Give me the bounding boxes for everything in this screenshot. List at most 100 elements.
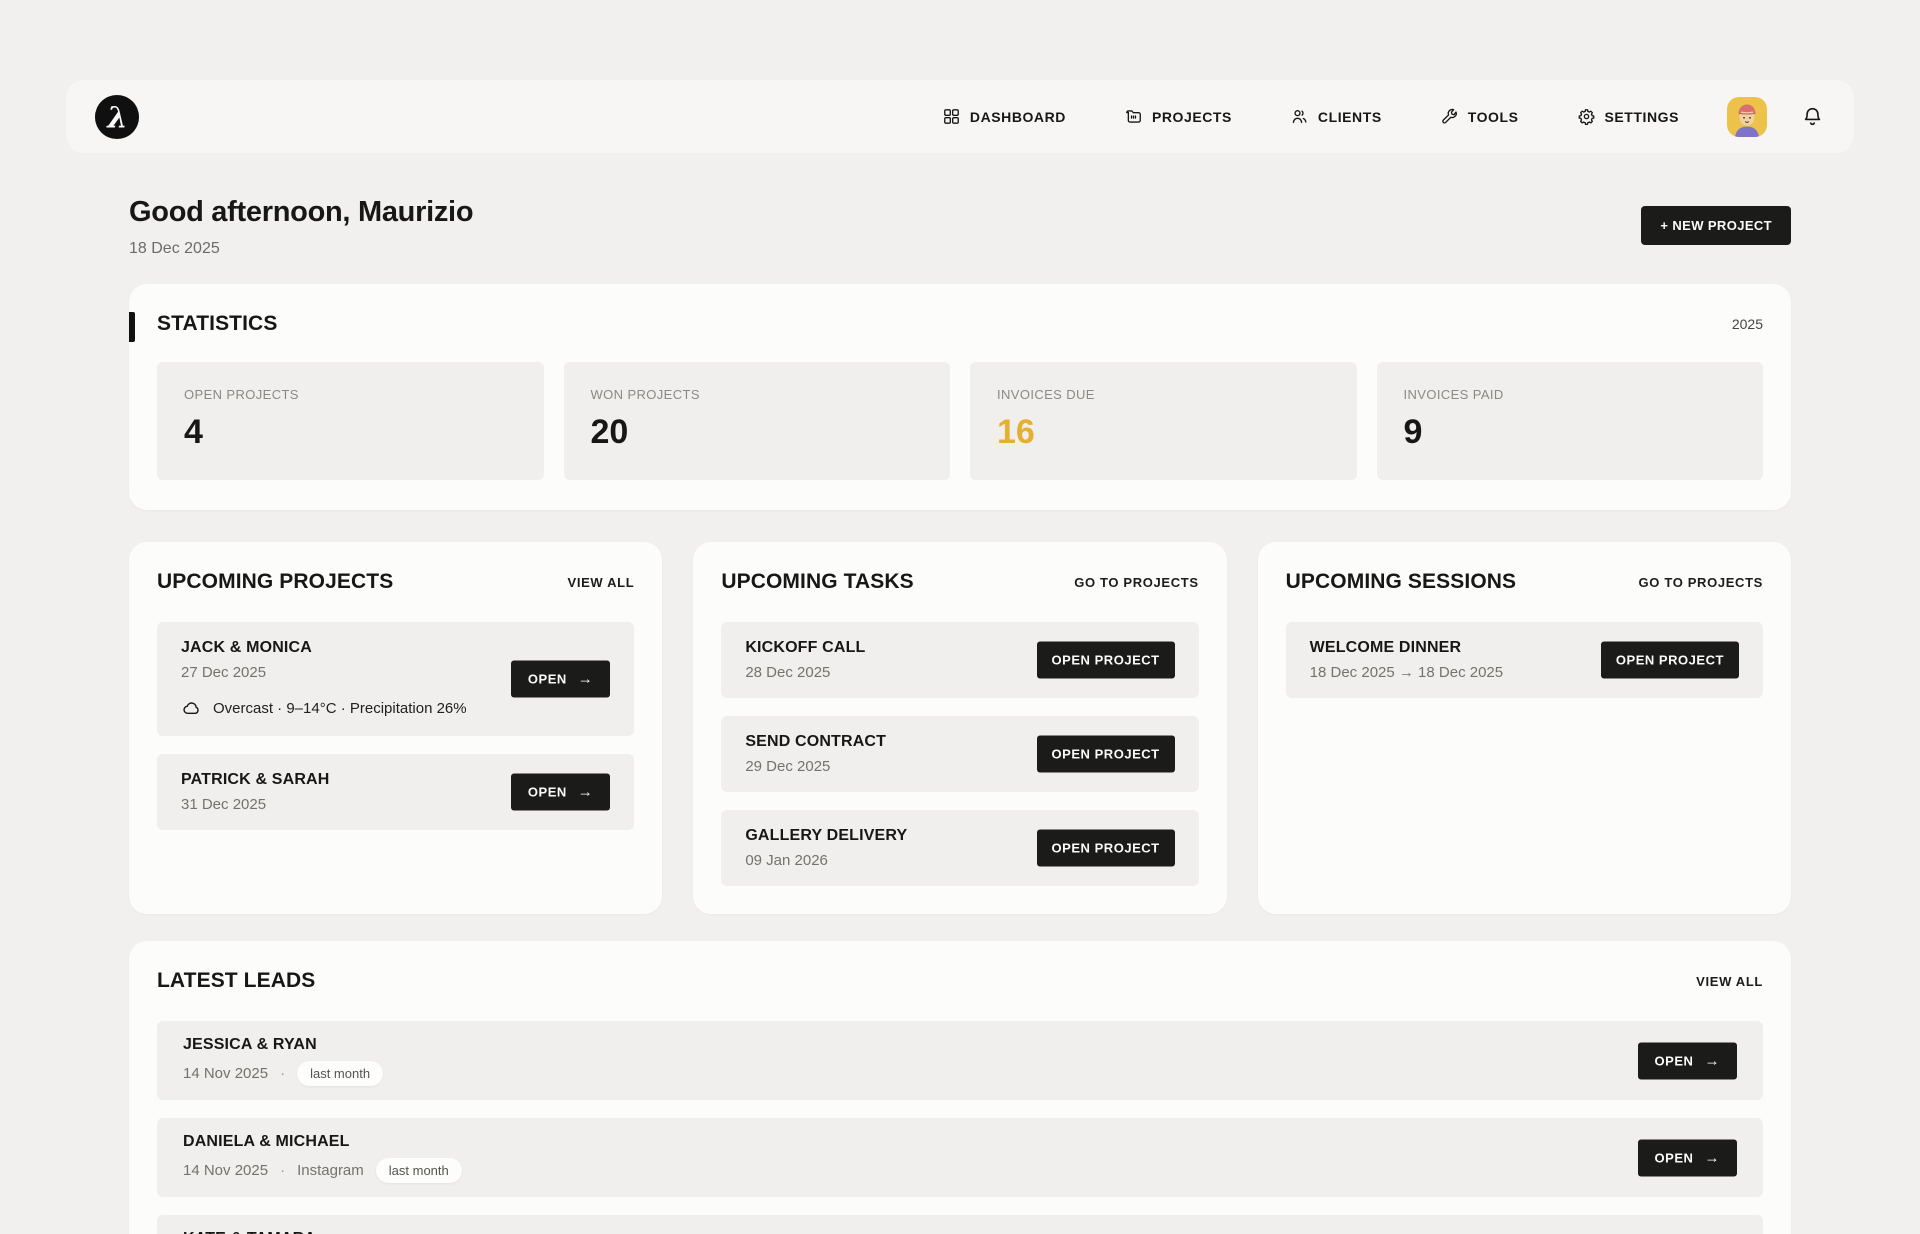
dashboard-grid-icon [942,107,961,126]
upcoming-projects-card: UPCOMING PROJECTS VIEW ALL JACK & MONICA… [129,542,662,914]
latest-leads-title: LATEST LEADS [157,969,315,993]
open-project-button[interactable]: OPEN → [511,661,610,698]
nav-label-clients: CLIENTS [1318,109,1382,125]
open-label: OPEN [528,785,567,800]
arrow-right-icon: → [1704,1150,1720,1165]
stat-label: INVOICES PAID [1404,387,1737,402]
lead-name: JESSICA & RYAN [183,1036,1737,1054]
open-label: OPEN [528,672,567,687]
page-title: Good afternoon, Maurizio [129,196,473,229]
lead-row: KATE & TAMARA 12 Nov 2025 · last month O… [157,1215,1763,1234]
notifications-bell-icon[interactable] [1801,105,1824,128]
weather-text: Overcast · 9–14°C · Precipitation 26% [213,700,467,717]
project-row: PATRICK & SARAH 31 Dec 2025 OPEN → [157,754,634,830]
stat-label: OPEN PROJECTS [184,387,517,402]
arrow-right-icon: → [1704,1053,1720,1068]
project-row: JACK & MONICA 27 Dec 2025 Overcast · 9–1… [157,622,634,736]
task-row: KICKOFF CALL 28 Dec 2025 OPEN PROJECT [721,622,1198,698]
view-all-link[interactable]: VIEW ALL [568,575,635,590]
stat-value: 4 [184,413,517,452]
open-project-label: OPEN PROJECT [1052,841,1160,856]
greeting-block: Good afternoon, Maurizio 18 Dec 2025 [129,196,473,258]
open-lead-button[interactable]: OPEN → [1638,1042,1737,1079]
lead-source: Instagram [297,1162,364,1179]
section-accent-bar [129,312,135,342]
top-nav-bar: λ DASHBOARD PROJECTS CLIENTS [66,80,1854,153]
lead-date: 14 Nov 2025 [183,1065,268,1082]
nav-right-group [1727,97,1824,137]
open-project-label: OPEN PROJECT [1616,653,1724,668]
meta-separator-dot: · [280,1065,285,1082]
user-avatar[interactable] [1727,97,1767,137]
lead-age-badge: last month [376,1158,462,1183]
stat-label: INVOICES DUE [997,387,1330,402]
nav-label-settings: SETTINGS [1605,109,1680,125]
new-project-button[interactable]: + NEW PROJECT [1641,206,1791,245]
lead-age-badge: last month [297,1061,383,1086]
stat-tile-open-projects: OPEN PROJECTS 4 [157,362,544,480]
open-label: OPEN [1655,1150,1694,1165]
open-project-label: OPEN PROJECT [1052,653,1160,668]
nav-item-clients[interactable]: CLIENTS [1290,107,1382,126]
statistics-header: STATISTICS 2025 [157,312,1763,336]
stat-label: WON PROJECTS [591,387,924,402]
view-all-link[interactable]: VIEW ALL [1696,974,1763,989]
task-row: GALLERY DELIVERY 09 Jan 2026 OPEN PROJEC… [721,810,1198,886]
open-project-button[interactable]: OPEN → [511,774,610,811]
nav-label-dashboard: DASHBOARD [970,109,1066,125]
clients-icon [1290,107,1309,126]
open-project-label: OPEN PROJECT [1052,747,1160,762]
upcoming-projects-title: UPCOMING PROJECTS [157,570,393,594]
open-lead-button[interactable]: OPEN → [1638,1139,1737,1176]
page-header: Good afternoon, Maurizio 18 Dec 2025 + N… [129,196,1791,258]
folder-icon [1124,107,1143,126]
cloud-icon [181,698,202,719]
statistics-year: 2025 [1732,316,1763,332]
open-label: OPEN [1655,1053,1694,1068]
open-project-button[interactable]: OPEN PROJECT [1037,736,1175,773]
open-project-button[interactable]: OPEN PROJECT [1037,830,1175,867]
statistics-card: STATISTICS 2025 OPEN PROJECTS 4 WON PROJ… [129,284,1791,510]
lead-meta: 14 Nov 2025 · last month [183,1061,1737,1086]
nav-item-tools[interactable]: TOOLS [1440,107,1519,126]
lead-row: DANIELA & MICHAEL 14 Nov 2025 · Instagra… [157,1118,1763,1197]
dashboard-columns: UPCOMING PROJECTS VIEW ALL JACK & MONICA… [129,542,1791,914]
lead-date: 14 Nov 2025 [183,1162,268,1179]
gear-icon [1577,107,1596,126]
lead-row: JESSICA & RYAN 14 Nov 2025 · last month … [157,1021,1763,1100]
stat-tile-invoices-paid: INVOICES PAID 9 [1377,362,1764,480]
open-project-button[interactable]: OPEN PROJECT [1601,642,1739,679]
nav-item-projects[interactable]: PROJECTS [1124,107,1232,126]
brand-logo[interactable]: λ [94,94,140,140]
nav-label-projects: PROJECTS [1152,109,1232,125]
project-name: JACK & MONICA [181,639,610,657]
lead-name: KATE & TAMARA [183,1230,1737,1234]
open-project-button[interactable]: OPEN PROJECT [1037,642,1175,679]
stat-value: 20 [591,413,924,452]
upcoming-sessions-title: UPCOMING SESSIONS [1286,570,1517,594]
stat-value: 16 [997,413,1330,452]
nav-label-tools: TOOLS [1468,109,1519,125]
svg-text:λ: λ [105,100,127,134]
lead-meta: 14 Nov 2025 · Instagram last month [183,1158,1737,1183]
task-row: SEND CONTRACT 29 Dec 2025 OPEN PROJECT [721,716,1198,792]
main-menu: DASHBOARD PROJECTS CLIENTS TOOLS [942,107,1679,126]
upcoming-tasks-title: UPCOMING TASKS [721,570,913,594]
upcoming-tasks-card: UPCOMING TASKS GO TO PROJECTS KICKOFF CA… [693,542,1226,914]
go-to-projects-link[interactable]: GO TO PROJECTS [1639,575,1763,590]
lead-name: DANIELA & MICHAEL [183,1133,1737,1151]
nav-item-settings[interactable]: SETTINGS [1577,107,1680,126]
stat-tile-invoices-due: INVOICES DUE 16 [970,362,1357,480]
nav-item-dashboard[interactable]: DASHBOARD [942,107,1066,126]
arrow-right-icon: → [578,672,594,687]
stat-value: 9 [1404,413,1737,452]
go-to-projects-link[interactable]: GO TO PROJECTS [1074,575,1198,590]
stat-grid: OPEN PROJECTS 4 WON PROJECTS 20 INVOICES… [157,362,1763,480]
upcoming-sessions-card: UPCOMING SESSIONS GO TO PROJECTS WELCOME… [1258,542,1791,914]
project-weather: Overcast · 9–14°C · Precipitation 26% [181,698,610,719]
stat-tile-won-projects: WON PROJECTS 20 [564,362,951,480]
current-date: 18 Dec 2025 [129,240,473,258]
arrow-right-icon: → [578,785,594,800]
wrench-icon [1440,107,1459,126]
session-row: WELCOME DINNER 18 Dec 2025 → 18 Dec 2025… [1286,622,1763,698]
